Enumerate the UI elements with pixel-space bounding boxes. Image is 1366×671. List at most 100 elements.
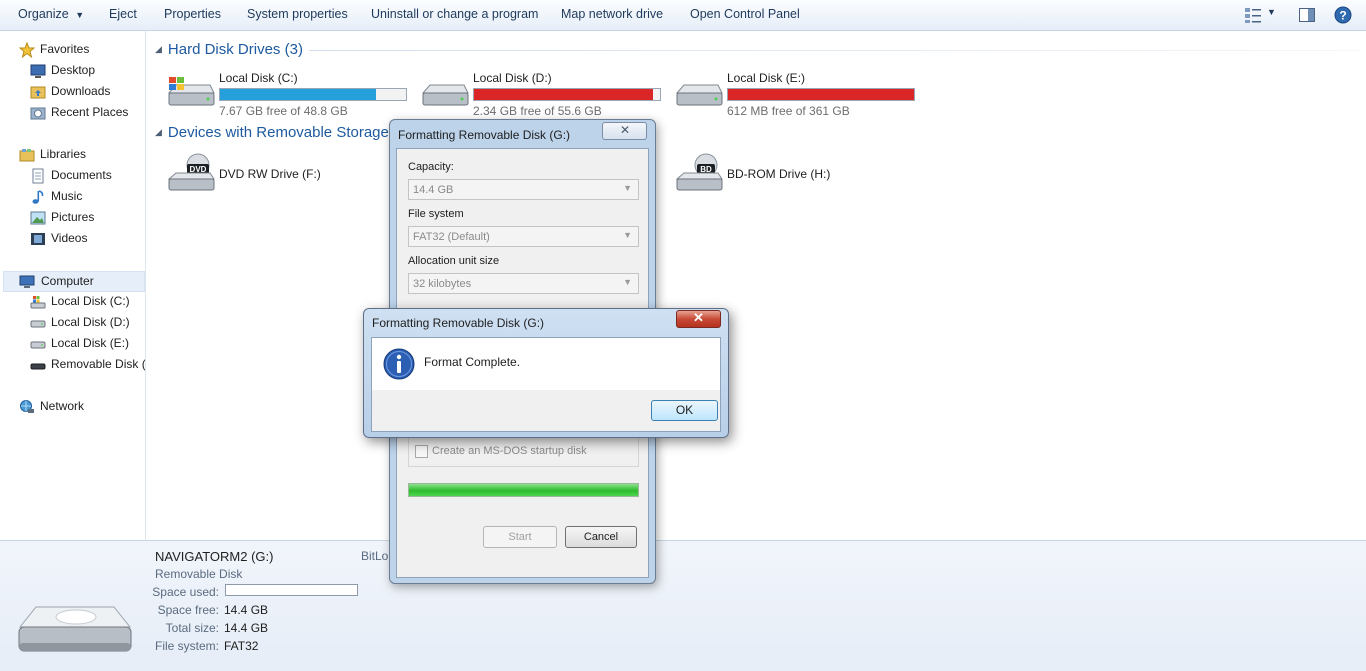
drive-tile-e[interactable]: Local Disk (E:) 612 MB free of 361 GB: [674, 67, 924, 123]
nav-computer-label: Computer: [41, 274, 94, 288]
nav-pictures[interactable]: Pictures: [30, 208, 142, 228]
information-icon: [383, 348, 415, 383]
preview-pane-icon[interactable]: [1298, 6, 1316, 24]
hard-drive-icon: [674, 71, 724, 111]
map-network-drive-button[interactable]: Map network drive: [561, 7, 663, 21]
help-icon[interactable]: ?: [1334, 6, 1352, 24]
svg-text:?: ?: [1339, 9, 1346, 23]
nav-removable-disk[interactable]: Removable Disk (: [30, 355, 146, 375]
drive-d-free-space: 2.34 GB free of 55.6 GB: [473, 104, 602, 118]
details-bitlocker-label: BitLo: [361, 549, 389, 563]
nav-documents[interactable]: Documents: [30, 166, 142, 186]
nav-recent-places[interactable]: Recent Places: [30, 103, 142, 123]
allocation-unit-label: Allocation unit size: [408, 255, 500, 267]
drive-d-usage-bar: [473, 88, 661, 101]
properties-button[interactable]: Properties: [164, 7, 221, 21]
nav-recent-places-label: Recent Places: [51, 105, 129, 119]
drive-tile-d[interactable]: Local Disk (D:) 2.34 GB free of 55.6 GB: [420, 67, 670, 123]
nav-favorites-label: Favorites: [40, 42, 90, 56]
removable-drive-large-icon: [14, 599, 134, 666]
nav-local-disk-e-label: Local Disk (E:): [51, 336, 130, 350]
drives-view: ◢ Hard Disk Drives (3) Local Disk (C:) 7.…: [147, 31, 1366, 540]
nav-removable-disk-label: Removable Disk (: [51, 357, 146, 371]
organize-label: Organize: [18, 7, 69, 21]
msdos-startup-label: Create an MS-DOS startup disk: [432, 445, 587, 457]
drive-tile-bd[interactable]: BD BD-ROM Drive (H:): [674, 149, 924, 205]
nav-network-label: Network: [40, 399, 85, 413]
documents-icon: [30, 168, 46, 184]
recent-places-icon: [30, 105, 46, 121]
file-system-select[interactable]: FAT32 (Default) ▼: [408, 226, 639, 247]
nav-libraries[interactable]: Libraries: [19, 145, 139, 165]
format-complete-dialog: Formatting Removable Disk (G:) ✕ Format …: [363, 308, 729, 438]
nav-desktop-label: Desktop: [51, 63, 96, 77]
details-file-system-label: File system:: [154, 639, 219, 653]
nav-videos[interactable]: Videos: [30, 229, 142, 249]
nav-libraries-label: Libraries: [40, 147, 87, 161]
drive-e-usage-fill: [728, 89, 914, 100]
nav-downloads[interactable]: Downloads: [30, 82, 142, 102]
windows-drive-icon: [30, 294, 46, 310]
view-options-chevron-icon[interactable]: ▼: [1267, 7, 1285, 25]
desktop-icon: [30, 63, 46, 79]
cancel-button[interactable]: Cancel: [565, 526, 637, 548]
file-system-value: FAT32 (Default): [413, 231, 490, 243]
capacity-label: Capacity:: [408, 161, 454, 173]
details-pane: NAVIGATORM2 (G:) BitLo Removable Disk Sp…: [0, 540, 1366, 671]
nav-network[interactable]: Network: [19, 397, 139, 417]
details-drive-type: Removable Disk: [155, 567, 243, 581]
nav-local-disk-d[interactable]: Local Disk (D:): [30, 313, 145, 333]
drive-tile-dvd[interactable]: DVD DVD RW Drive (F:): [166, 149, 416, 205]
close-icon: ✕: [693, 310, 704, 325]
details-total-size-value: 14.4 GB: [224, 621, 269, 635]
details-space-used-bar: [225, 584, 358, 596]
nav-desktop[interactable]: Desktop: [30, 61, 142, 81]
nav-favorites[interactable]: Favorites: [18, 40, 139, 60]
organize-button[interactable]: Organize ▼: [18, 7, 84, 21]
format-dialog-close-button[interactable]: ✕: [602, 122, 647, 140]
nav-computer[interactable]: Computer: [3, 271, 145, 292]
chevron-down-icon: ▼: [623, 277, 632, 287]
removable-storage-header[interactable]: ◢ Devices with Removable Storage: [155, 124, 389, 141]
nav-downloads-label: Downloads: [51, 84, 111, 98]
open-control-panel-button[interactable]: Open Control Panel: [690, 7, 800, 21]
message-box-close-button[interactable]: ✕: [676, 310, 721, 328]
nav-local-disk-c-label: Local Disk (C:): [51, 294, 130, 308]
drive-c-free-space: 7.67 GB free of 48.8 GB: [219, 104, 348, 118]
format-dialog-title: Formatting Removable Disk (G:): [398, 128, 571, 142]
message-box-body: Format Complete. OK: [371, 337, 721, 432]
nav-music[interactable]: Music: [30, 187, 142, 207]
drive-e-name: Local Disk (E:): [727, 71, 806, 85]
hard-drive-icon: [30, 336, 46, 352]
ok-button[interactable]: OK: [651, 400, 718, 421]
drive-d-name: Local Disk (D:): [473, 71, 552, 85]
hard-disk-drives-title: Hard Disk Drives (3): [167, 41, 303, 58]
drive-tile-c[interactable]: Local Disk (C:) 7.67 GB free of 48.8 GB: [166, 67, 416, 123]
msdos-startup-checkbox[interactable]: [415, 445, 428, 458]
change-view-icon[interactable]: [1244, 6, 1262, 24]
pictures-icon: [30, 210, 46, 226]
details-space-used-label: Space used:: [152, 585, 219, 599]
nav-local-disk-e[interactable]: Local Disk (E:): [30, 334, 145, 354]
chevron-down-icon: ▼: [75, 10, 85, 20]
music-note-icon: [30, 189, 46, 205]
capacity-select[interactable]: 14.4 GB ▼: [408, 179, 639, 200]
system-properties-button[interactable]: System properties: [247, 7, 348, 21]
details-drive-name: NAVIGATORM2 (G:): [155, 549, 274, 564]
nav-local-disk-d-label: Local Disk (D:): [51, 315, 130, 329]
format-progress-bar: [408, 483, 639, 497]
nav-local-disk-c[interactable]: Local Disk (C:): [30, 292, 145, 312]
uninstall-program-button[interactable]: Uninstall or change a program: [371, 7, 538, 21]
capacity-value: 14.4 GB: [413, 184, 454, 196]
details-space-free-label: Space free:: [157, 603, 219, 617]
collapse-arrow-icon: ◢: [155, 44, 162, 54]
windows-drive-icon: [166, 71, 216, 111]
nav-documents-label: Documents: [51, 168, 112, 182]
hard-disk-drives-header[interactable]: ◢ Hard Disk Drives (3): [155, 41, 303, 58]
start-button[interactable]: Start: [483, 526, 557, 548]
format-complete-message: Format Complete.: [424, 355, 521, 369]
allocation-unit-select[interactable]: 32 kilobytes ▼: [408, 273, 639, 294]
computer-icon: [19, 274, 35, 290]
libraries-icon: [19, 147, 35, 163]
eject-button[interactable]: Eject: [109, 7, 137, 21]
